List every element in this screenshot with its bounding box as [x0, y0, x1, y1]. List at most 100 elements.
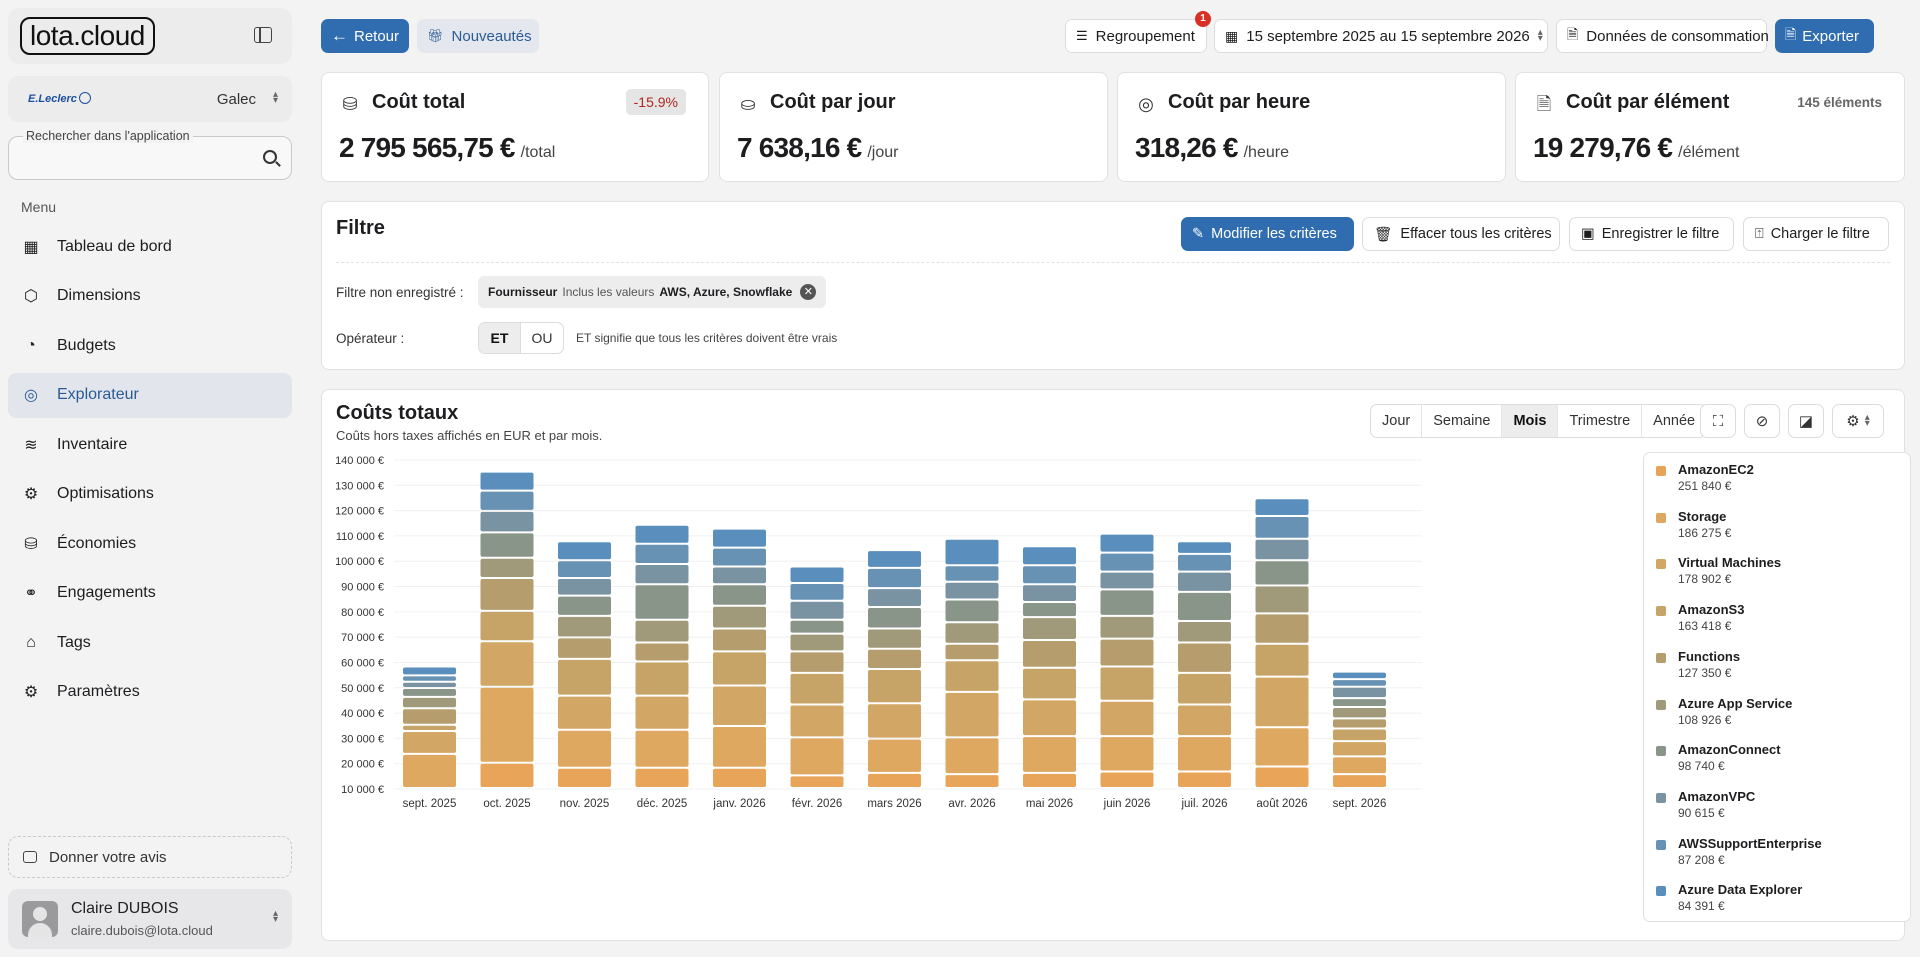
- bar-segment[interactable]: [1178, 705, 1231, 736]
- bar-segment[interactable]: [480, 578, 534, 610]
- bar-segment[interactable]: [403, 697, 456, 708]
- bar-segment[interactable]: [868, 739, 921, 772]
- sidebar-item-4[interactable]: ≋ Inventaire: [8, 422, 292, 467]
- search-input[interactable]: [19, 147, 249, 169]
- paint-bucket-icon[interactable]: ◪: [1788, 404, 1824, 438]
- bar-segment[interactable]: [1100, 590, 1154, 615]
- bar-segment[interactable]: [945, 661, 999, 691]
- bar-segment[interactable]: [790, 584, 844, 600]
- search-box[interactable]: Rechercher dans l'application: [8, 129, 292, 180]
- bar-segment[interactable]: [1023, 668, 1076, 699]
- bar-segment[interactable]: [945, 738, 999, 774]
- bar-segment[interactable]: [945, 539, 999, 565]
- sidebar-toggle-icon[interactable]: [254, 27, 272, 43]
- load-filter-button[interactable]: ⍐ Charger le filtre: [1743, 217, 1889, 251]
- sidebar-item-0[interactable]: ▦ Tableau de bord: [8, 224, 292, 269]
- bar-segment[interactable]: [1333, 687, 1386, 698]
- bar-segment[interactable]: [480, 642, 534, 686]
- sidebar-item-2[interactable]: ◔ Budgets: [8, 323, 292, 368]
- bar-segment[interactable]: [1333, 757, 1386, 774]
- bar-segment[interactable]: [635, 662, 689, 695]
- sidebar-item-7[interactable]: ⚭ Engagements: [8, 571, 292, 616]
- bar-segment[interactable]: [1333, 719, 1386, 728]
- bar-segment[interactable]: [1178, 643, 1231, 672]
- bar-segment[interactable]: [945, 582, 999, 599]
- bar-segment[interactable]: [1255, 677, 1309, 727]
- bar-segment[interactable]: [403, 676, 456, 681]
- bar-segment[interactable]: [1023, 773, 1076, 787]
- bar-segment[interactable]: [868, 589, 921, 607]
- bar-segment[interactable]: [635, 525, 689, 543]
- save-filter-button[interactable]: ▣ Enregistrer le filtre: [1569, 217, 1734, 251]
- bar-segment[interactable]: [1255, 516, 1309, 538]
- bar-segment[interactable]: [1023, 547, 1076, 565]
- bar-segment[interactable]: [713, 529, 766, 547]
- hide-icon[interactable]: ⊘: [1744, 404, 1780, 438]
- bar-segment[interactable]: [945, 692, 999, 737]
- bar-segment[interactable]: [1255, 561, 1309, 585]
- bar-segment[interactable]: [558, 578, 611, 595]
- bar-segment[interactable]: [868, 629, 921, 648]
- news-button[interactable]: 🎁︎ Nouveautés: [417, 19, 539, 53]
- bar-segment[interactable]: [558, 659, 611, 695]
- period-option[interactable]: Trimestre: [1558, 405, 1643, 437]
- bar-segment[interactable]: [1100, 772, 1154, 787]
- back-button[interactable]: ← Retour: [321, 19, 409, 53]
- operator-or-button[interactable]: OU: [521, 323, 563, 353]
- bar-segment[interactable]: [635, 696, 689, 729]
- period-option[interactable]: Année: [1642, 405, 1706, 437]
- bar-segment[interactable]: [558, 616, 611, 637]
- bar-segment[interactable]: [403, 667, 456, 675]
- bar-segment[interactable]: [1333, 708, 1386, 718]
- fullscreen-icon[interactable]: ⛶: [1700, 404, 1736, 438]
- sidebar-item-8[interactable]: ⌂ Tags: [8, 620, 292, 665]
- chart-settings-button[interactable]: ⚙ ▴ ▾: [1832, 404, 1884, 438]
- bar-segment[interactable]: [790, 776, 844, 787]
- period-option[interactable]: Mois: [1502, 405, 1559, 437]
- bar-segment[interactable]: [945, 623, 999, 643]
- bar-segment[interactable]: [1023, 585, 1076, 601]
- bar-segment[interactable]: [790, 567, 844, 583]
- bar-segment[interactable]: [945, 566, 999, 581]
- bar-segment[interactable]: [403, 709, 456, 724]
- period-option[interactable]: Semaine: [1422, 405, 1503, 437]
- org-selector[interactable]: E.Leclerc Galec ▴ ▾: [8, 76, 292, 122]
- bar-segment[interactable]: [480, 511, 534, 532]
- bar-segment[interactable]: [868, 670, 921, 703]
- bar-segment[interactable]: [1333, 680, 1386, 686]
- bar-segment[interactable]: [868, 568, 921, 588]
- user-menu[interactable]: Claire DUBOIS claire.dubois@lota.cloud ▴…: [8, 889, 292, 949]
- bar-segment[interactable]: [635, 730, 689, 767]
- bar-segment[interactable]: [1100, 572, 1154, 589]
- bar-segment[interactable]: [945, 775, 999, 787]
- bar-segment[interactable]: [790, 738, 844, 775]
- bar-segment[interactable]: [403, 682, 456, 688]
- remove-chip-icon[interactable]: ✕: [800, 284, 817, 300]
- bar-segment[interactable]: [868, 773, 921, 787]
- bar-segment[interactable]: [1333, 742, 1386, 756]
- bar-segment[interactable]: [1100, 701, 1154, 736]
- bar-segment[interactable]: [790, 620, 844, 633]
- bar-segment[interactable]: [790, 601, 844, 619]
- operator-and-button[interactable]: ET: [479, 323, 521, 353]
- bar-segment[interactable]: [1178, 592, 1231, 620]
- bar-segment[interactable]: [480, 687, 534, 762]
- bar-segment[interactable]: [713, 686, 766, 725]
- bar-segment[interactable]: [558, 730, 611, 767]
- bar-segment[interactable]: [868, 551, 921, 567]
- bar-segment[interactable]: [713, 726, 766, 767]
- bar-segment[interactable]: [1255, 728, 1309, 766]
- bar-segment[interactable]: [558, 561, 611, 577]
- edit-criteria-button[interactable]: ✎ Modifier les critères: [1181, 217, 1354, 251]
- bar-segment[interactable]: [480, 533, 534, 557]
- bar-segment[interactable]: [480, 763, 534, 787]
- bar-segment[interactable]: [558, 596, 611, 615]
- export-button[interactable]: 🗎 Exporter: [1775, 19, 1874, 53]
- bar-segment[interactable]: [558, 542, 611, 560]
- bar-segment[interactable]: [1023, 566, 1076, 584]
- bar-segment[interactable]: [1333, 775, 1386, 787]
- bar-segment[interactable]: [635, 544, 689, 564]
- bar-segment[interactable]: [790, 634, 844, 651]
- date-range-picker[interactable]: ▦ 15 septembre 2025 au 15 septembre 2026…: [1214, 19, 1548, 53]
- bar-segment[interactable]: [1178, 572, 1231, 591]
